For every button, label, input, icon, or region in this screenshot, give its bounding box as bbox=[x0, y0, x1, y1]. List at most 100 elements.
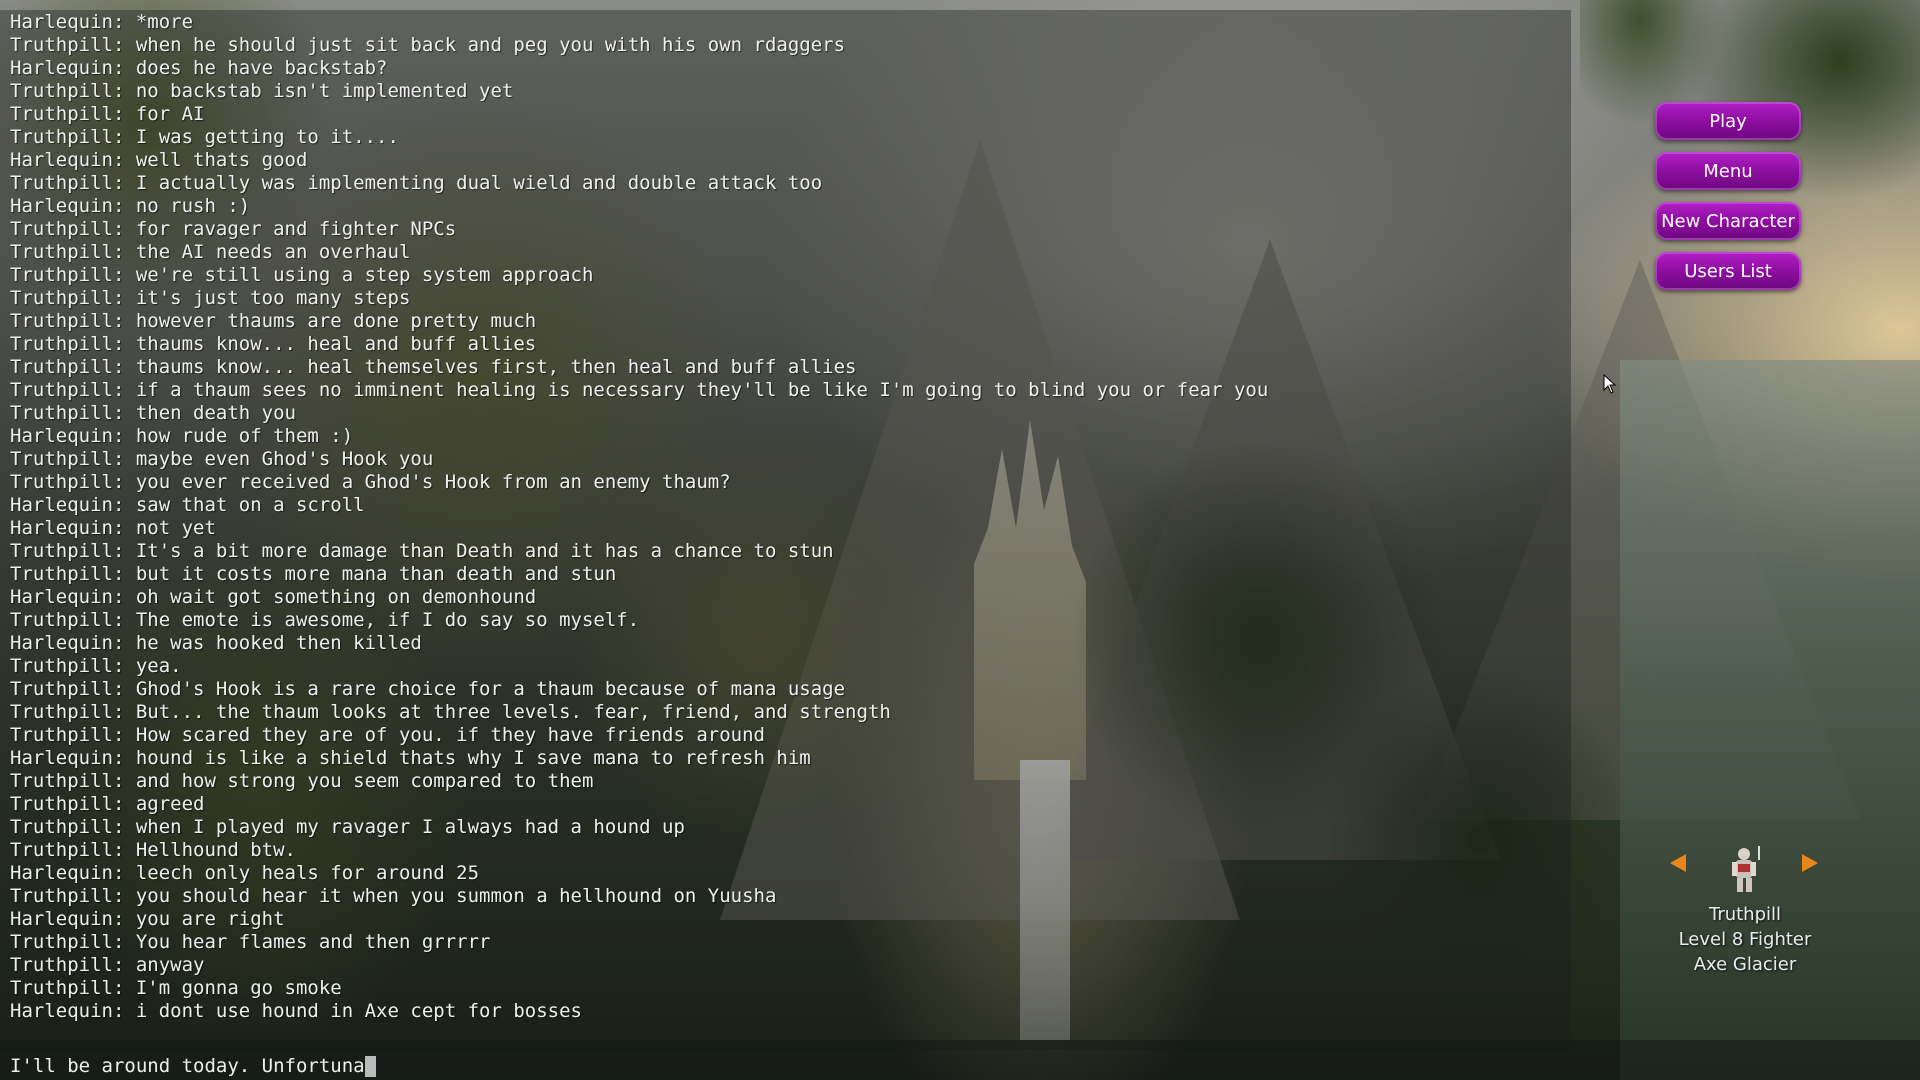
chat-speaker: Truthpill bbox=[10, 126, 136, 148]
chat-speaker: Harlequin bbox=[10, 57, 136, 79]
chat-text: leech only heals for around 25 bbox=[135, 862, 480, 884]
chat-message: Truthpillyou should hear it when you sum… bbox=[10, 885, 1560, 908]
chat-text: thaums know... heal and buff allies bbox=[135, 333, 537, 355]
chat-speaker: Truthpill bbox=[10, 839, 136, 861]
chat-text: I was getting to it.... bbox=[135, 126, 399, 148]
chat-speaker: Truthpill bbox=[10, 724, 136, 746]
chat-speaker: Truthpill bbox=[10, 34, 136, 56]
chat-message: Truthpillthaums know... heal themselves … bbox=[10, 356, 1560, 379]
character-location: Axe Glacier bbox=[1693, 954, 1797, 975]
chat-text: You hear flames and then grrrrr bbox=[135, 931, 491, 953]
chat-message: Harlequin*more bbox=[10, 11, 1560, 34]
chat-speaker: Harlequin bbox=[10, 195, 136, 217]
users-list-button[interactable]: Users List bbox=[1655, 252, 1801, 290]
chat-speaker: Truthpill bbox=[10, 770, 136, 792]
chat-text: oh wait got something on demonhound bbox=[135, 586, 537, 608]
chat-text: for ravager and fighter NPCs bbox=[135, 218, 457, 240]
chat-text: But... the thaum looks at three levels. … bbox=[135, 701, 891, 723]
character-info: Truthpill Level 8 Fighter Axe Glacier bbox=[1625, 902, 1865, 977]
chat-text: agreed bbox=[135, 793, 205, 815]
chat-text: no rush :) bbox=[135, 195, 251, 217]
menu-button[interactable]: Menu bbox=[1655, 152, 1801, 190]
chat-text: I actually was implementing dual wield a… bbox=[135, 172, 823, 194]
chat-input[interactable]: I'll be around today. Unfortuna bbox=[10, 1055, 365, 1078]
chat-text: however thaums are done pretty much bbox=[135, 310, 537, 332]
chat-message: TruthpillYou hear flames and then grrrrr bbox=[10, 931, 1560, 954]
chat-speaker: Harlequin bbox=[10, 494, 136, 516]
chat-speaker: Truthpill bbox=[10, 402, 136, 424]
chat-message: Truthpillagreed bbox=[10, 793, 1560, 816]
chat-message: TruthpillThe emote is awesome, if I do s… bbox=[10, 609, 1560, 632]
chat-message: Harlequinoh wait got something on demonh… bbox=[10, 586, 1560, 609]
arrow-left-icon[interactable] bbox=[1670, 854, 1686, 872]
chat-message: TruthpillBut... the thaum looks at three… bbox=[10, 701, 1560, 724]
chat-speaker: Truthpill bbox=[10, 218, 136, 240]
chat-message: Truthpillthaums know... heal and buff al… bbox=[10, 333, 1560, 356]
chat-speaker: Harlequin bbox=[10, 747, 136, 769]
chat-speaker: Harlequin bbox=[10, 908, 136, 930]
chat-message: TruthpillHellhound btw. bbox=[10, 839, 1560, 862]
chat-message: Truthpillyou ever received a Ghod's Hook… bbox=[10, 471, 1560, 494]
chat-text: the AI needs an overhaul bbox=[135, 241, 411, 263]
chat-message: Truthpillhowever thaums are done pretty … bbox=[10, 310, 1560, 333]
chat-log: Harlequin*moreTruthpillwhen he should ju… bbox=[10, 11, 1560, 1023]
chat-speaker: Truthpill bbox=[10, 172, 136, 194]
chat-speaker: Truthpill bbox=[10, 977, 136, 999]
chat-text: no backstab isn't implemented yet bbox=[135, 80, 514, 102]
chat-text: you should hear it when you summon a hel… bbox=[135, 885, 777, 907]
chat-message: Harlequinhe was hooked then killed bbox=[10, 632, 1560, 655]
chat-message: TruthpillI actually was implementing dua… bbox=[10, 172, 1560, 195]
chat-speaker: Harlequin bbox=[10, 425, 136, 447]
chat-message: Truthpillbut it costs more mana than dea… bbox=[10, 563, 1560, 586]
chat-speaker: Truthpill bbox=[10, 264, 136, 286]
chat-message: Truthpillwhen he should just sit back an… bbox=[10, 34, 1560, 57]
chat-text: when I played my ravager I always had a … bbox=[135, 816, 685, 838]
chat-message: Truthpillmaybe even Ghod's Hook you bbox=[10, 448, 1560, 471]
chat-text: not yet bbox=[135, 517, 216, 539]
chat-text: hound is like a shield thats why I save … bbox=[135, 747, 811, 769]
chat-message: Truthpillwhen I played my ravager I alwa… bbox=[10, 816, 1560, 839]
chat-text: Ghod's Hook is a rare choice for a thaum… bbox=[135, 678, 846, 700]
chat-text: but it costs more mana than death and st… bbox=[135, 563, 617, 585]
chat-text: saw that on a scroll bbox=[135, 494, 365, 516]
chat-message: TruthpillI was getting to it.... bbox=[10, 126, 1560, 149]
chat-speaker: Truthpill bbox=[10, 954, 136, 976]
chat-speaker: Truthpill bbox=[10, 816, 136, 838]
chat-speaker: Truthpill bbox=[10, 448, 136, 470]
chat-speaker: Truthpill bbox=[10, 563, 136, 585]
chat-text: How scared they are of you. if they have… bbox=[135, 724, 765, 746]
text-caret bbox=[365, 1056, 376, 1077]
chat-message: Truthpillanyway bbox=[10, 954, 1560, 977]
chat-speaker: Truthpill bbox=[10, 609, 136, 631]
chat-speaker: Truthpill bbox=[10, 701, 136, 723]
chat-text: I'm gonna go smoke bbox=[135, 977, 342, 999]
chat-text: and how strong you seem compared to them bbox=[135, 770, 594, 792]
chat-message: Harlequinsaw that on a scroll bbox=[10, 494, 1560, 517]
play-button[interactable]: Play bbox=[1655, 102, 1801, 140]
chat-speaker: Truthpill bbox=[10, 379, 136, 401]
chat-text: then death you bbox=[135, 402, 296, 424]
chat-text: yea. bbox=[135, 655, 182, 677]
chat-speaker: Harlequin bbox=[10, 517, 136, 539]
chat-speaker: Truthpill bbox=[10, 241, 136, 263]
chat-text: anyway bbox=[135, 954, 205, 976]
mouse-cursor-icon bbox=[1603, 374, 1617, 394]
chat-message: Truthpillwe're still using a step system… bbox=[10, 264, 1560, 287]
chat-text: you are right bbox=[135, 908, 285, 930]
chat-speaker: Truthpill bbox=[10, 931, 136, 953]
chat-text: when he should just sit back and peg you… bbox=[135, 34, 846, 56]
chat-message: Truthpillyea. bbox=[10, 655, 1560, 678]
chat-message: Harlequinhound is like a shield thats wh… bbox=[10, 747, 1560, 770]
chat-message: Harlequinwell thats good bbox=[10, 149, 1560, 172]
chat-message: TruthpillHow scared they are of you. if … bbox=[10, 724, 1560, 747]
chat-text: i dont use hound in Axe cept for bosses bbox=[135, 1000, 582, 1022]
chat-message: TruthpillI'm gonna go smoke bbox=[10, 977, 1560, 1000]
chat-speaker: Truthpill bbox=[10, 885, 136, 907]
chat-speaker: Harlequin bbox=[10, 586, 136, 608]
arrow-right-icon[interactable] bbox=[1802, 854, 1818, 872]
character-class: Level 8 Fighter bbox=[1678, 929, 1812, 950]
chat-text: thaums know... heal themselves first, th… bbox=[135, 356, 857, 378]
new-character-button[interactable]: New Character bbox=[1655, 202, 1801, 240]
chat-speaker: Truthpill bbox=[10, 678, 136, 700]
chat-text: if a thaum sees no imminent healing is n… bbox=[135, 379, 1269, 401]
